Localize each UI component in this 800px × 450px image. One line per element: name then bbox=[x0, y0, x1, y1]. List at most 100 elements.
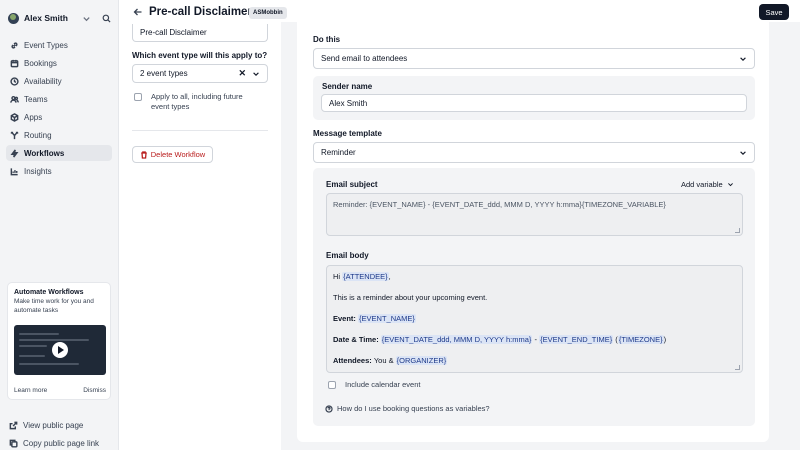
user-name: Alex Smith bbox=[24, 13, 68, 23]
sidebar-item-routing[interactable]: Routing bbox=[6, 127, 112, 143]
sidebar-nav: Event Types Bookings Availability Teams … bbox=[6, 37, 112, 181]
chevron-down-icon[interactable] bbox=[80, 12, 92, 24]
main-area: Pre-call Disclaimer ASMobbin Save Pre-ca… bbox=[118, 0, 800, 450]
clear-icon[interactable]: ✕ bbox=[238, 68, 246, 79]
message-template-label: Message template bbox=[313, 129, 382, 138]
sidebar-item-teams[interactable]: Teams bbox=[6, 91, 112, 107]
add-variable-label: Add variable bbox=[681, 180, 723, 189]
event-type-select[interactable]: 2 event types ✕ bbox=[132, 64, 268, 83]
sidebar: Alex Smith Event Types Bookings Availabi… bbox=[0, 0, 118, 450]
chevron-down-icon bbox=[740, 56, 746, 61]
external-link-icon bbox=[9, 421, 18, 429]
zap-icon bbox=[10, 148, 19, 158]
promo-title: Automate Workflows bbox=[14, 289, 84, 296]
variable-tag: {TIMEZONE} bbox=[617, 335, 664, 344]
action-card: Do this Send email to attendees Sender n… bbox=[297, 22, 769, 442]
do-this-label: Do this bbox=[313, 35, 341, 44]
copy-public-page-link[interactable]: Copy public page link bbox=[9, 437, 117, 449]
sender-panel: Sender name Alex Smith bbox=[313, 76, 755, 120]
copy-icon bbox=[9, 439, 18, 448]
body-attendees: Attendees: You & {ORGANIZER} bbox=[333, 356, 448, 365]
play-icon[interactable] bbox=[52, 342, 68, 358]
sidebar-item-label: Bookings bbox=[24, 58, 57, 68]
body-event: Event: {EVENT_NAME} bbox=[333, 314, 416, 323]
back-arrow-icon[interactable] bbox=[133, 7, 143, 17]
workflow-name-input[interactable]: Pre-call Disclaimer bbox=[132, 24, 268, 42]
sender-name-input[interactable]: Alex Smith bbox=[321, 94, 747, 112]
email-panel: Email subject Add variable Reminder: {EV… bbox=[313, 168, 755, 426]
body-intro: This is a reminder about your upcoming e… bbox=[333, 293, 488, 302]
sidebar-item-apps[interactable]: Apps bbox=[6, 109, 112, 125]
variable-tag: {EVENT_DATE_ddd, MMM D, YYYY h:mma} bbox=[380, 335, 533, 344]
email-body-label: Email body bbox=[326, 251, 369, 260]
grid-icon bbox=[10, 112, 19, 122]
email-subject-input[interactable]: Reminder: {EVENT_NAME} - {EVENT_DATE_ddd… bbox=[326, 193, 743, 236]
variables-help-link[interactable]: How do I use booking questions as variab… bbox=[325, 404, 490, 413]
public-links: View public page Copy public page link bbox=[9, 419, 117, 450]
delete-workflow-button[interactable]: Delete Workflow bbox=[132, 146, 213, 163]
sidebar-item-insights[interactable]: Insights bbox=[6, 163, 112, 179]
users-icon bbox=[10, 95, 19, 103]
search-icon[interactable] bbox=[100, 12, 112, 24]
variable-tag: {ATTENDEE} bbox=[342, 272, 389, 281]
variable-tag: {EVENT_NAME} bbox=[358, 314, 416, 323]
variable-tag: {ORGANIZER} bbox=[395, 356, 448, 365]
message-template-value: Reminder bbox=[321, 148, 356, 157]
view-public-page-label: View public page bbox=[23, 420, 84, 430]
variable-tag: {EVENT_END_TIME} bbox=[539, 335, 614, 344]
chart-icon bbox=[10, 167, 18, 175]
sender-name-label: Sender name bbox=[322, 82, 373, 91]
add-variable-button[interactable]: Add variable bbox=[681, 180, 734, 189]
event-type-label: Which event type will this apply to? bbox=[132, 51, 268, 60]
include-calendar-label: Include calendar event bbox=[345, 380, 421, 389]
learn-more-link[interactable]: Learn more bbox=[14, 387, 47, 394]
trash-icon bbox=[140, 150, 147, 159]
message-template-select[interactable]: Reminder bbox=[313, 142, 755, 163]
promo-card: Automate Workflows Make time work for yo… bbox=[7, 282, 111, 400]
chevron-down-icon[interactable] bbox=[252, 70, 260, 78]
variables-help-label: How do I use booking questions as variab… bbox=[337, 404, 490, 413]
page-title: Pre-call Disclaimer bbox=[149, 6, 252, 18]
apply-all-checkbox[interactable] bbox=[134, 93, 142, 101]
sidebar-item-label: Insights bbox=[24, 166, 52, 176]
sidebar-item-label: Teams bbox=[24, 94, 48, 104]
sidebar-item-label: Event Types bbox=[24, 40, 68, 50]
email-body-editor[interactable]: Hi {ATTENDEE}, This is a reminder about … bbox=[326, 265, 743, 373]
resize-handle[interactable] bbox=[735, 365, 740, 370]
team-badge: ASMobbin bbox=[249, 7, 287, 19]
save-button[interactable]: Save bbox=[759, 4, 789, 20]
apply-all-label: Apply to all, including future event typ… bbox=[151, 92, 243, 111]
body-greeting: Hi {ATTENDEE}, bbox=[333, 272, 391, 281]
sidebar-item-bookings[interactable]: Bookings bbox=[6, 55, 112, 71]
email-subject-value: Reminder: {EVENT_NAME} - {EVENT_DATE_ddd… bbox=[333, 200, 666, 209]
routing-icon bbox=[10, 131, 19, 139]
user-menu[interactable]: Alex Smith bbox=[8, 10, 112, 26]
view-public-page-link[interactable]: View public page bbox=[9, 419, 117, 431]
delete-workflow-label: Delete Workflow bbox=[150, 150, 206, 159]
copy-public-page-label: Copy public page link bbox=[23, 438, 100, 448]
sidebar-item-availability[interactable]: Availability bbox=[6, 73, 112, 89]
dismiss-link[interactable]: Dismiss bbox=[83, 387, 106, 394]
sidebar-item-label: Routing bbox=[24, 130, 52, 140]
avatar bbox=[8, 12, 19, 24]
divider bbox=[132, 130, 268, 131]
resize-handle[interactable] bbox=[735, 228, 740, 233]
link-icon bbox=[11, 41, 18, 49]
sidebar-item-label: Apps bbox=[24, 112, 43, 122]
do-this-select[interactable]: Send email to attendees bbox=[313, 48, 755, 69]
chevron-down-icon bbox=[727, 183, 733, 187]
promo-description: Make time work for you and automate task… bbox=[14, 298, 94, 314]
sidebar-item-workflows[interactable]: Workflows bbox=[6, 145, 112, 161]
event-type-value: 2 event types bbox=[140, 69, 188, 78]
body-date-time: Date & Time: {EVENT_DATE_ddd, MMM D, YYY… bbox=[333, 335, 667, 344]
promo-video[interactable] bbox=[14, 325, 106, 375]
help-circle-icon bbox=[325, 404, 333, 413]
do-this-value: Send email to attendees bbox=[321, 54, 408, 63]
include-calendar-checkbox[interactable] bbox=[328, 381, 336, 389]
sidebar-item-label: Availability bbox=[24, 76, 62, 86]
sidebar-item-event-types[interactable]: Event Types bbox=[6, 37, 112, 53]
calendar-icon bbox=[10, 59, 19, 67]
sidebar-item-label: Workflows bbox=[24, 148, 65, 158]
email-subject-label: Email subject bbox=[326, 180, 378, 189]
chevron-down-icon bbox=[740, 150, 746, 155]
